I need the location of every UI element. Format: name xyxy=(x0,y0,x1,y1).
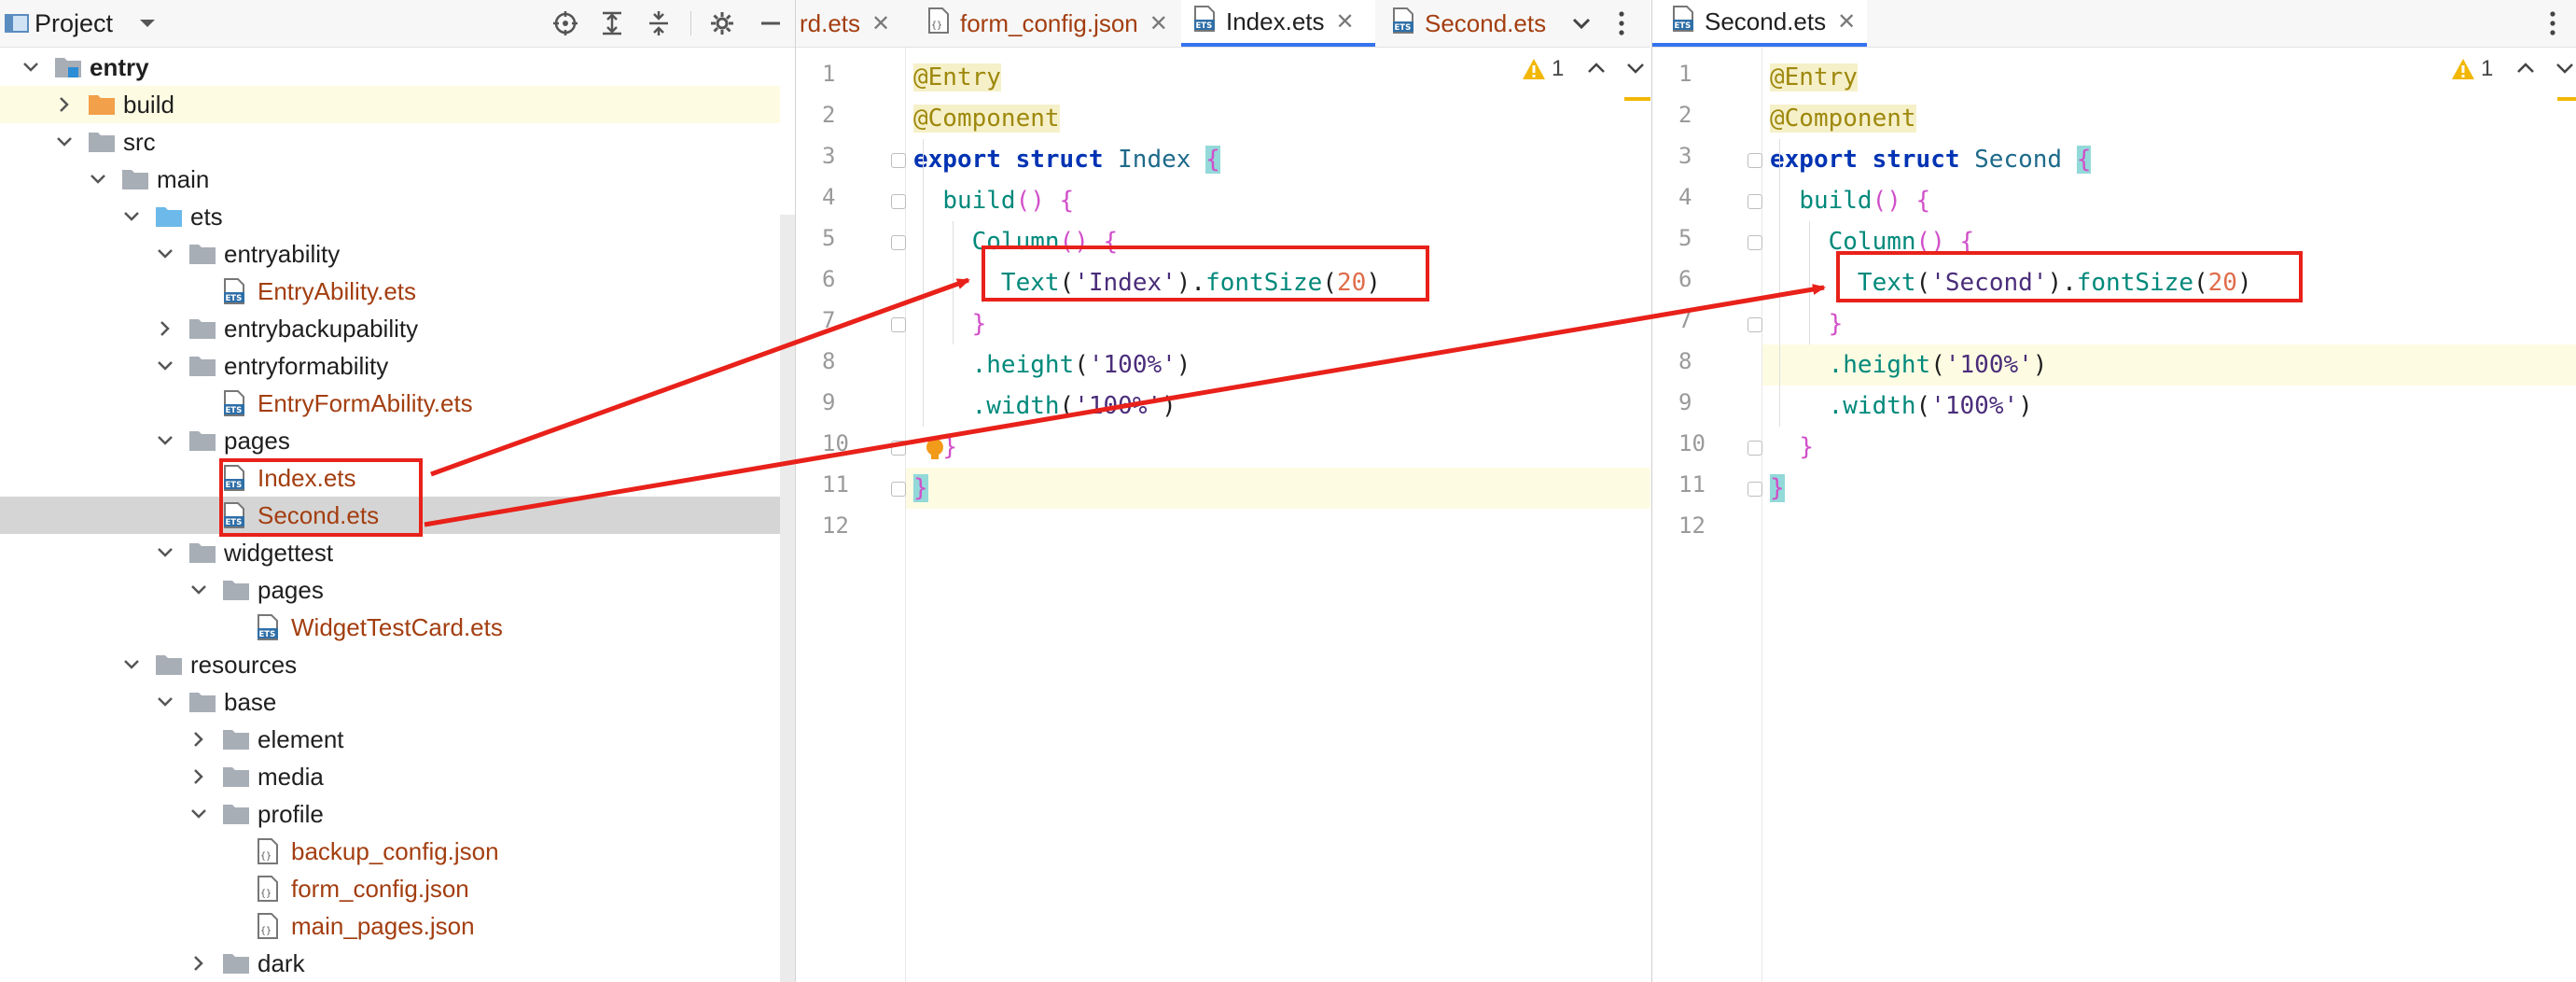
arrow-to-second-text xyxy=(424,284,1826,527)
annotation-arrows xyxy=(424,277,1826,527)
